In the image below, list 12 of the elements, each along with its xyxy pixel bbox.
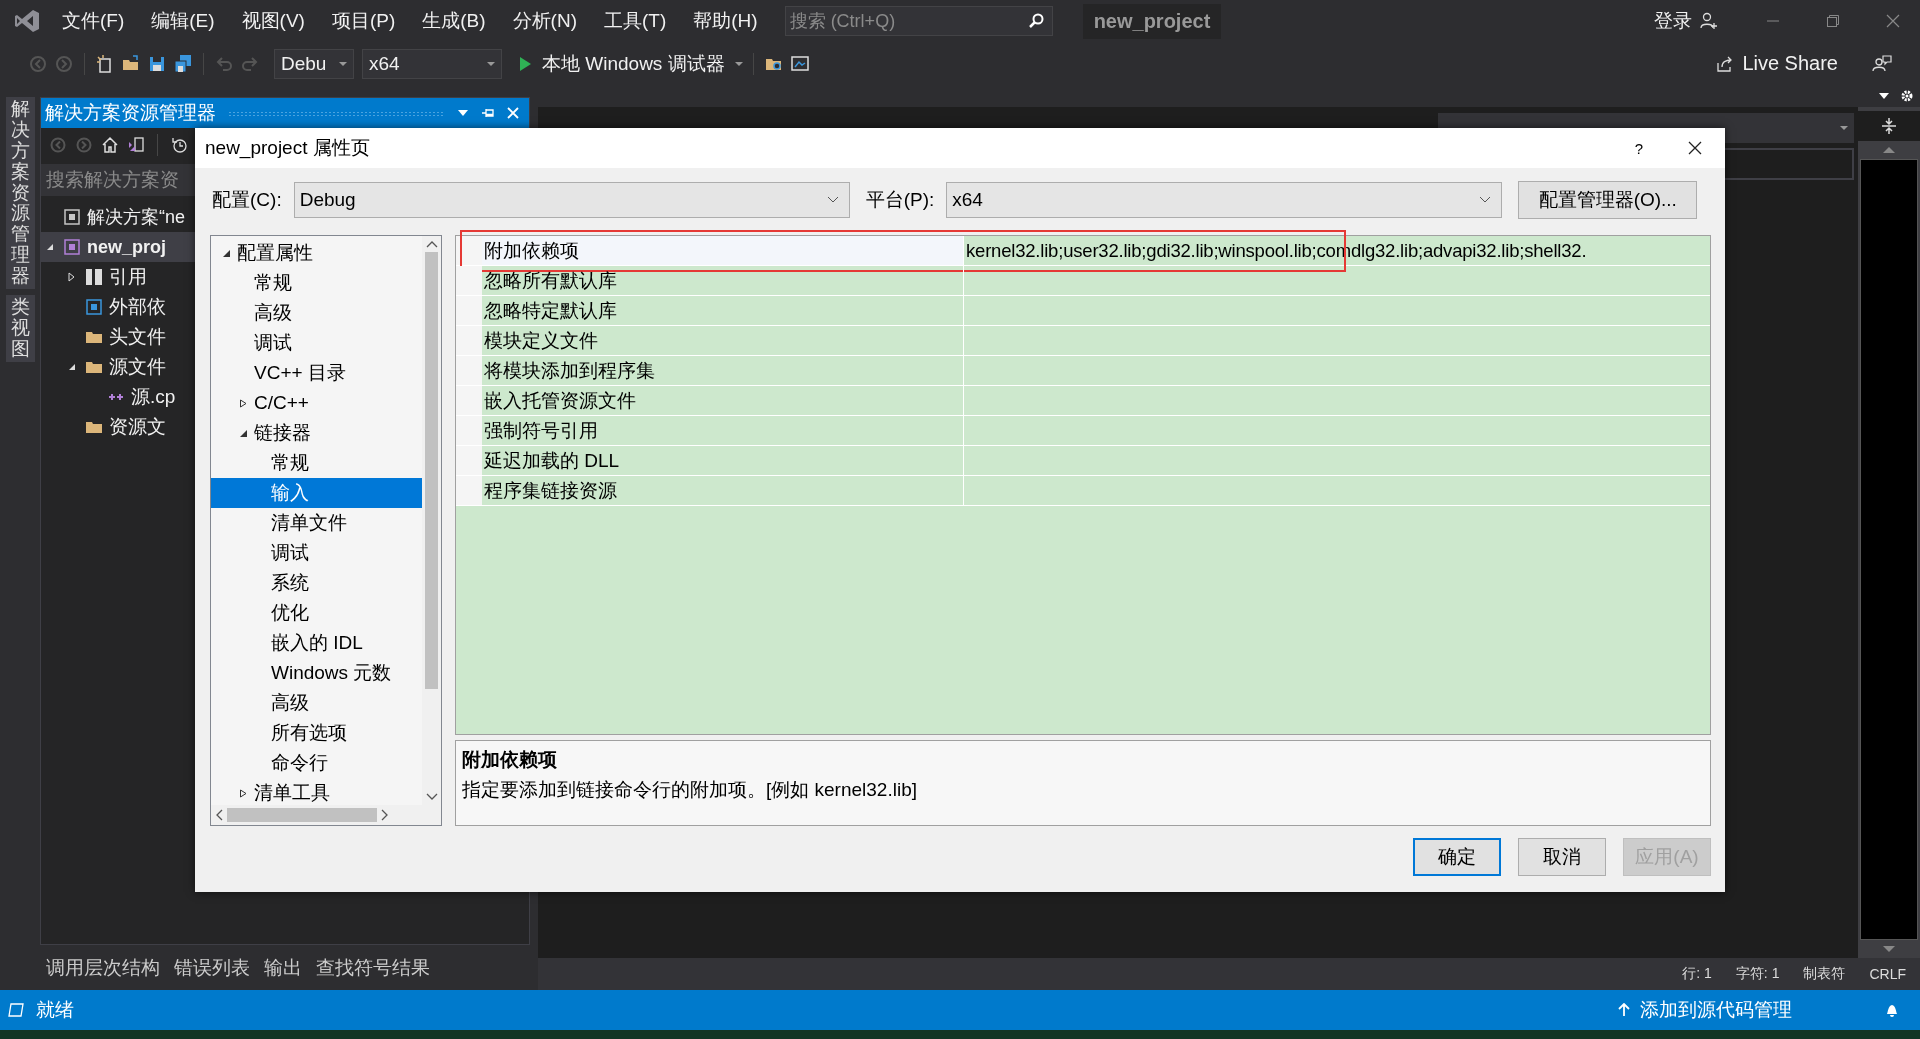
project-name: new_project <box>1082 3 1222 39</box>
platform-label: 平台(P): <box>865 188 935 212</box>
status-text: 字符: 1 <box>1735 965 1780 983</box>
status-text: 制表符 <box>1803 965 1846 983</box>
description-text: 指定要添加到链接命令行的附加项。[例如 kernel32.lib] <box>462 778 918 802</box>
status-text: CRLF <box>1869 966 1906 982</box>
panel-title: 解决方案资源管理器 <box>45 101 216 125</box>
status-message: 就绪 <box>36 998 74 1022</box>
configuration-label: 配置(C): <box>212 188 282 212</box>
status-text: 行: 1 <box>1682 965 1712 983</box>
dialog-title: new_project 属性页 <box>205 136 370 161</box>
description-title: 附加依赖项 <box>462 748 558 772</box>
